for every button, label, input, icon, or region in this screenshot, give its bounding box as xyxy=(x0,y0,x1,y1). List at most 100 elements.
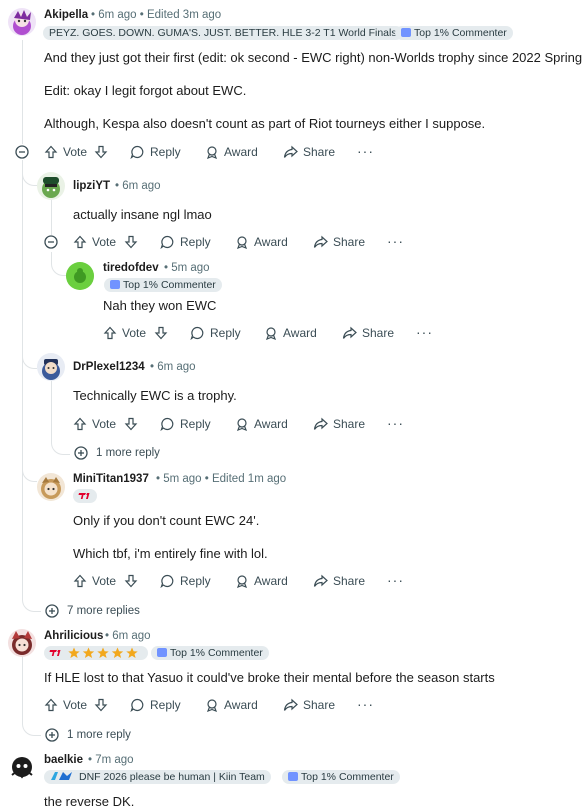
user-flair: PEYZ. GOES. DOWN. GUMA'S. JUST. BETTER. … xyxy=(43,26,403,40)
more-options-button[interactable]: ··· xyxy=(416,324,433,340)
comment-text: the reverse DK. xyxy=(44,794,135,809)
comment-meta: • 6m ago xyxy=(115,180,161,192)
award-icon xyxy=(206,699,218,712)
more-options-button[interactable]: ··· xyxy=(387,572,404,588)
comment-text: Although, Kespa also doesn't count as pa… xyxy=(44,116,486,131)
avatar[interactable] xyxy=(37,473,65,501)
downvote-icon[interactable] xyxy=(94,145,108,159)
more-options-button[interactable]: ··· xyxy=(357,696,374,712)
avatar[interactable] xyxy=(8,753,36,781)
upvote-button[interactable]: Vote xyxy=(103,324,146,342)
thread-connector xyxy=(51,435,70,455)
award-icon xyxy=(236,236,248,249)
collapse-thread-icon[interactable] xyxy=(44,235,58,249)
downvote-icon[interactable] xyxy=(124,574,138,588)
top-commenter-badge: Top 1% Commenter xyxy=(282,770,400,784)
plus-circle-icon xyxy=(45,728,59,742)
share-icon xyxy=(313,574,328,587)
thread-line xyxy=(51,380,52,440)
username[interactable]: lipziYT xyxy=(73,180,110,192)
award-button[interactable]: Award xyxy=(205,696,258,714)
upvote-icon xyxy=(44,698,58,712)
thread-line xyxy=(51,200,52,235)
comment-meta: • 6m ago xyxy=(105,630,151,642)
downvote-icon[interactable] xyxy=(154,326,168,340)
share-button[interactable]: Share xyxy=(342,324,394,342)
award-icon xyxy=(265,327,277,340)
downvote-icon[interactable] xyxy=(124,417,138,431)
upvote-button[interactable]: Vote xyxy=(44,143,87,161)
reply-button[interactable]: Reply xyxy=(160,572,211,590)
share-button[interactable]: Share xyxy=(313,572,365,590)
comment-bubble-icon xyxy=(160,574,174,588)
share-icon xyxy=(283,145,298,158)
avatar[interactable] xyxy=(8,629,36,657)
avatar[interactable] xyxy=(8,8,36,36)
comment-text: Technically EWC is a trophy. xyxy=(73,388,237,403)
share-button[interactable]: Share xyxy=(313,415,365,433)
avatar[interactable] xyxy=(66,262,94,290)
share-icon xyxy=(342,326,357,339)
award-button[interactable]: Award xyxy=(235,415,288,433)
reply-button[interactable]: Reply xyxy=(160,233,211,251)
badge-icon xyxy=(288,772,298,781)
reply-button[interactable]: Reply xyxy=(160,415,211,433)
reply-button[interactable]: Reply xyxy=(130,143,181,161)
team-flair xyxy=(73,489,97,503)
share-icon xyxy=(313,417,328,430)
share-button[interactable]: Share xyxy=(283,696,335,714)
top-commenter-badge: Top 1% Commenter xyxy=(395,26,513,40)
comment-meta: • 7m ago xyxy=(88,754,134,766)
upvote-button[interactable]: Vote xyxy=(73,233,116,251)
reply-button[interactable]: Reply xyxy=(130,696,181,714)
comment-text: actually insane ngl lmao xyxy=(73,207,212,222)
collapse-thread-icon[interactable] xyxy=(15,145,29,159)
upvote-icon xyxy=(73,235,87,249)
award-button[interactable]: Award xyxy=(235,233,288,251)
upvote-button[interactable]: Vote xyxy=(73,415,116,433)
more-replies-link[interactable]: 7 more replies xyxy=(45,604,140,618)
more-options-button[interactable]: ··· xyxy=(387,233,404,249)
share-button[interactable]: Share xyxy=(283,143,335,161)
share-button[interactable]: Share xyxy=(313,233,365,251)
upvote-icon xyxy=(73,574,87,588)
five-stars-icon xyxy=(68,647,138,658)
downvote-icon[interactable] xyxy=(124,235,138,249)
downvote-icon[interactable] xyxy=(94,698,108,712)
username[interactable]: baelkie xyxy=(44,754,83,766)
upvote-button[interactable]: Vote xyxy=(44,696,87,714)
reply-button[interactable]: Reply xyxy=(190,324,241,342)
username[interactable]: MiniTitan1937 xyxy=(73,473,149,485)
comment-text: Which tbf, i'm entirely fine with lol. xyxy=(73,546,268,561)
more-options-button[interactable]: ··· xyxy=(357,143,374,159)
thread-connector xyxy=(51,255,66,276)
comment-text: And they just got their first (edit: ok … xyxy=(44,50,583,65)
award-button[interactable]: Award xyxy=(205,143,258,161)
share-icon xyxy=(283,698,298,711)
username[interactable]: tiredofdev xyxy=(103,262,159,274)
comment-bubble-icon xyxy=(160,235,174,249)
thread-connector xyxy=(22,716,41,736)
thread-connector xyxy=(22,165,37,186)
user-flair: DNF 2026 please be human | Kiin Team xyxy=(44,770,271,784)
comment-text: Nah they won EWC xyxy=(103,298,217,313)
award-button[interactable]: Award xyxy=(235,572,288,590)
username[interactable]: Ahrilicious xyxy=(44,630,103,642)
thread-connector xyxy=(22,350,37,369)
username[interactable]: Akipella xyxy=(44,9,88,21)
award-button[interactable]: Award xyxy=(264,324,317,342)
avatar[interactable] xyxy=(37,172,65,200)
team-logo-icon xyxy=(51,772,72,780)
comment-meta: • 6m ago • Edited 3m ago xyxy=(91,9,222,21)
badge-icon xyxy=(401,28,411,37)
upvote-button[interactable]: Vote xyxy=(73,572,116,590)
more-replies-link[interactable]: 1 more reply xyxy=(74,446,160,460)
avatar[interactable] xyxy=(37,353,65,381)
more-options-button[interactable]: ··· xyxy=(387,415,404,431)
username[interactable]: DrPlexel1234 xyxy=(73,361,145,373)
thread-connector xyxy=(22,463,37,482)
comment-bubble-icon xyxy=(130,698,144,712)
t1-logo-icon xyxy=(49,650,61,656)
more-replies-link[interactable]: 1 more reply xyxy=(45,728,131,742)
award-icon xyxy=(206,146,218,159)
